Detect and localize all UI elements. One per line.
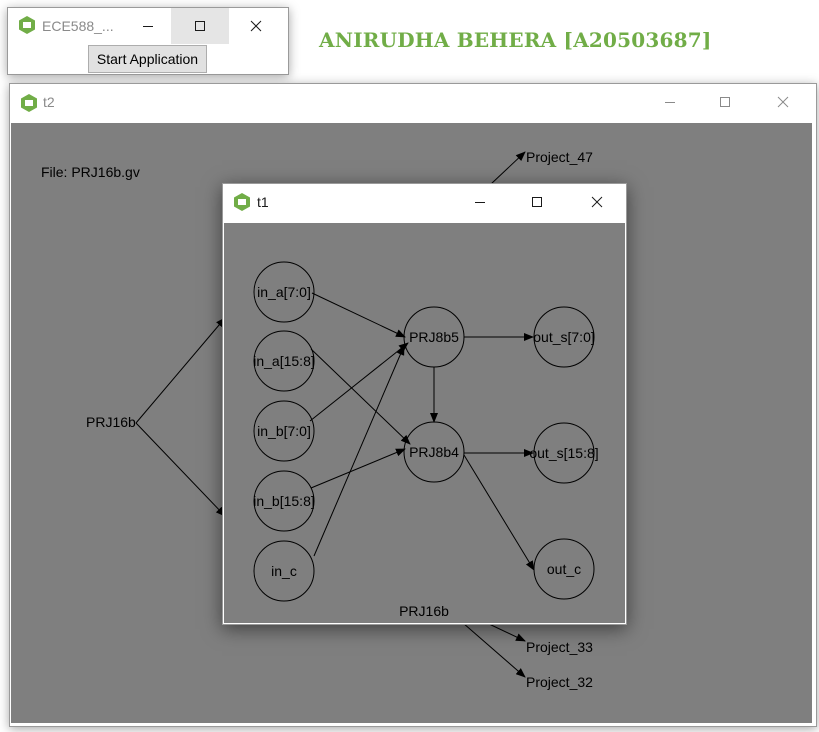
node-label-out-c: out_c [547,561,581,577]
t1-graph-canvas[interactable]: in_a[7:0] in_a[15:8] in_b[7:0] in_b[15:8… [224,223,625,623]
node-project-47: Project_47 [526,149,593,165]
t2-minimize-button[interactable] [647,84,693,120]
t1-minimize-button[interactable] [457,184,503,220]
node-label-in-c: in_c [271,563,297,579]
edge-prj16b-lower [135,422,226,517]
main-window-titlebar[interactable]: ECE588_... [8,8,288,44]
t2-titlebar[interactable]: t2 [10,84,816,120]
student-name-heading: ANIRUDHA BEHERA [A20503687] [319,28,712,52]
edge-prj8b4-to-out-c [463,454,535,571]
edge-prj16b-upper [135,317,226,424]
minimize-icon [143,26,153,27]
maximize-icon [720,97,730,107]
edge-in-a-7-0-to-prj8b5 [311,292,406,338]
minimize-icon [665,102,675,103]
t1-window: t1 in_a[7:0] in_a[15:8] in_b[7:0] in_b[1… [222,183,627,625]
start-application-button[interactable]: Start Application [88,45,207,73]
edge-in-b-7-0-to-prj8b5 [309,342,409,422]
minimize-button[interactable] [125,8,171,44]
close-icon [250,20,262,32]
edge-to-project-32 [462,622,526,678]
edge-to-project-33 [486,622,526,642]
edge-to-project-47 [490,151,526,185]
t1-title: t1 [257,194,269,210]
minimize-icon [475,202,485,203]
t1-titlebar[interactable]: t1 [223,184,626,220]
main-window: ECE588_... Start Application [7,7,289,75]
close-icon [777,96,789,108]
maximize-icon [195,21,205,31]
node-label-in-b-7-0: in_b[7:0] [257,423,311,439]
node-label-prj8b4: PRJ8b4 [409,444,459,460]
maximize-icon [532,197,542,207]
node-label-out-s-7-0: out_s[7:0] [533,329,595,345]
app-icon [234,193,250,211]
edge-in-b-15-8-to-prj8b4 [310,448,406,489]
app-icon [21,94,37,112]
maximize-button[interactable] [171,8,229,44]
node-label-prj8b5: PRJ8b5 [409,329,459,345]
close-icon [591,196,603,208]
node-label-out-s-15-8: out_s[15:8] [529,445,598,461]
graph-caption: PRJ16b [399,603,449,619]
edge-in-c-to-prj8b5 [313,345,405,557]
t1-graph: in_a[7:0] in_a[15:8] in_b[7:0] in_b[15:8… [253,261,599,619]
node-label-in-a-7-0: in_a[7:0] [257,284,311,300]
main-window-title: ECE588_... [42,18,114,34]
node-label-in-b-15-8: in_b[15:8] [253,493,315,509]
t2-close-button[interactable] [760,84,806,120]
t2-maximize-button[interactable] [702,84,748,120]
node-prj16b: PRJ16b [86,414,136,430]
t1-maximize-button[interactable] [514,184,560,220]
t2-title: t2 [43,94,55,110]
close-button[interactable] [233,8,279,44]
node-project-32: Project_32 [526,674,593,690]
app-icon [19,16,35,34]
node-label-in-a-15-8: in_a[15:8] [253,353,315,369]
edge-in-a-15-8-to-prj8b4 [310,348,411,445]
t1-close-button[interactable] [574,184,620,220]
node-project-33: Project_33 [526,639,593,655]
